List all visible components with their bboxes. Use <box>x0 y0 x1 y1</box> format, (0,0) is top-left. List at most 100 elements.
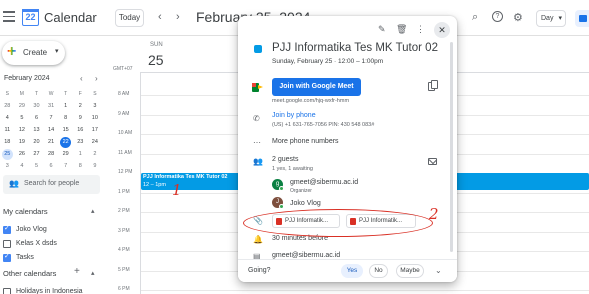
phone-details: (US) +1 631-765-7056 PIN: 430 548 083# <box>272 122 375 128</box>
mini-day[interactable]: 9 <box>73 112 88 124</box>
mini-day[interactable]: 5 <box>15 112 30 124</box>
mini-day[interactable]: 6 <box>44 160 59 172</box>
mini-day[interactable]: 1 <box>58 100 73 112</box>
hour-gridline <box>141 290 589 291</box>
mini-day[interactable]: 1 <box>73 148 88 160</box>
join-meet-button[interactable]: Join with Google Meet <box>272 78 361 96</box>
organizer-email: gmeet@sibermu.ac.id <box>272 252 341 259</box>
mini-day[interactable]: 21 <box>44 136 59 148</box>
chevron-down-icon[interactable]: ⌄ <box>435 266 442 275</box>
mini-day[interactable]: 18 <box>0 136 15 148</box>
mini-day[interactable]: 4 <box>0 112 15 124</box>
mini-day[interactable]: 27 <box>29 148 44 160</box>
copy-icon[interactable] <box>428 80 438 91</box>
close-icon[interactable]: ✕ <box>434 22 450 38</box>
mini-day[interactable]: 13 <box>29 124 44 136</box>
mini-day[interactable]: 4 <box>15 160 30 172</box>
mini-prev-month-icon[interactable]: ‹ <box>80 74 83 83</box>
mini-day[interactable]: 12 <box>15 124 30 136</box>
more-phone-numbers-link[interactable]: More phone numbers <box>272 138 339 145</box>
mini-day[interactable]: 8 <box>73 160 88 172</box>
event-time: 12 – 1pm <box>143 182 166 188</box>
checkbox[interactable] <box>3 240 11 248</box>
help-icon[interactable]: ? <box>492 11 503 22</box>
mini-next-month-icon[interactable]: › <box>95 74 98 83</box>
search-people-input[interactable]: 👥 Search for people <box>3 175 100 194</box>
mini-day[interactable]: 17 <box>88 124 103 136</box>
view-selector[interactable]: Day <box>536 10 566 27</box>
main-menu-icon[interactable] <box>3 11 15 23</box>
search-people-placeholder: Search for people <box>24 180 80 187</box>
join-by-phone-link[interactable]: Join by phone <box>272 112 316 119</box>
mini-day[interactable]: 3 <box>88 100 103 112</box>
email-guests-icon[interactable] <box>428 158 437 165</box>
other-calendars-title[interactable]: Other calendars <box>3 269 56 278</box>
search-icon[interactable]: ⌕ <box>472 11 478 24</box>
add-calendar-icon[interactable]: + <box>74 266 80 277</box>
mini-day[interactable]: 11 <box>0 124 15 136</box>
checkbox[interactable] <box>3 224 11 234</box>
rsvp-maybe-button[interactable]: Maybe <box>396 264 424 278</box>
guest-name[interactable]: gmeet@sibermu.ac.id <box>290 179 358 186</box>
bell-icon: 🔔 <box>253 235 263 244</box>
mini-calendar: S M T W T F S 28 29 30 31 1 2 3 4 5 6 7 8 9 10 11 12 13 14 15 16 17… <box>0 88 105 172</box>
mini-day[interactable]: 3 <box>0 160 15 172</box>
mini-day[interactable]: 20 <box>29 136 44 148</box>
mini-day[interactable]: 24 <box>88 136 103 148</box>
mini-day[interactable]: 9 <box>88 160 103 172</box>
annotation-mark-2: 2 <box>429 205 439 223</box>
mini-day[interactable]: 30 <box>29 100 44 112</box>
edit-pencil-icon[interactable]: ✎ <box>378 24 386 35</box>
mini-day[interactable]: 6 <box>29 112 44 124</box>
mini-day[interactable]: 10 <box>88 112 103 124</box>
today-button[interactable]: Today <box>115 9 144 27</box>
mini-day[interactable]: 28 <box>0 100 15 112</box>
mini-day[interactable]: 16 <box>73 124 88 136</box>
mini-day[interactable]: 15 <box>58 124 73 136</box>
chevron-up-icon[interactable]: ▴ <box>91 269 95 277</box>
mini-day[interactable]: 22 <box>58 136 73 148</box>
create-button[interactable]: + Create ▾ <box>2 41 65 65</box>
calendar-label: Tasks <box>16 254 34 261</box>
rsvp-no-button[interactable]: No <box>369 264 388 278</box>
more-options-icon[interactable]: ⋮ <box>416 24 425 35</box>
calendar-label: Holidays in Indonesia <box>16 288 83 294</box>
going-label: Going? <box>248 267 271 274</box>
plus-icon: + <box>7 43 17 60</box>
rsvp-yes-button[interactable]: Yes <box>341 264 363 278</box>
mini-day[interactable]: 23 <box>73 136 88 148</box>
mini-day[interactable]: 31 <box>44 100 59 112</box>
chevron-down-icon: ▾ <box>55 48 59 55</box>
google-meet-icon <box>252 83 263 92</box>
mini-day[interactable]: 14 <box>44 124 59 136</box>
mini-day[interactable]: 19 <box>15 136 30 148</box>
popup-scrollbar[interactable] <box>450 42 453 252</box>
mini-day[interactable]: 7 <box>58 160 73 172</box>
mini-day[interactable]: 28 <box>44 148 59 160</box>
mini-day[interactable]: 26 <box>15 148 30 160</box>
previous-day-icon[interactable]: ‹ <box>158 11 162 23</box>
mini-day[interactable]: 5 <box>29 160 44 172</box>
settings-gear-icon[interactable]: ⚙ <box>513 11 523 24</box>
calendar-view-icon[interactable] <box>575 10 589 27</box>
chevron-up-icon[interactable]: ▴ <box>91 207 95 215</box>
next-day-icon[interactable]: › <box>176 11 180 23</box>
checkbox[interactable] <box>3 288 11 294</box>
mini-day[interactable]: 29 <box>15 100 30 112</box>
timezone-label: GMT+07 <box>113 66 133 72</box>
delete-trash-icon[interactable]: 🗑 <box>396 24 407 35</box>
mini-weekday: T <box>64 91 68 97</box>
mini-day[interactable]: 25 <box>0 148 15 160</box>
mini-day[interactable]: 8 <box>58 112 73 124</box>
guests-icon: 👥 <box>253 157 263 166</box>
mini-day[interactable]: 2 <box>88 148 103 160</box>
mini-day[interactable]: 2 <box>73 100 88 112</box>
guest-name[interactable]: Joko Vlog <box>290 200 321 207</box>
my-calendars-title[interactable]: My calendars <box>3 207 48 216</box>
hour-label: 6 PM <box>118 286 130 292</box>
mini-day[interactable]: 29 <box>58 148 73 160</box>
checkbox[interactable] <box>3 252 11 262</box>
day-number[interactable]: 25 <box>148 52 164 68</box>
mini-day[interactable]: 7 <box>44 112 59 124</box>
phone-icon: ✆ <box>253 114 260 123</box>
